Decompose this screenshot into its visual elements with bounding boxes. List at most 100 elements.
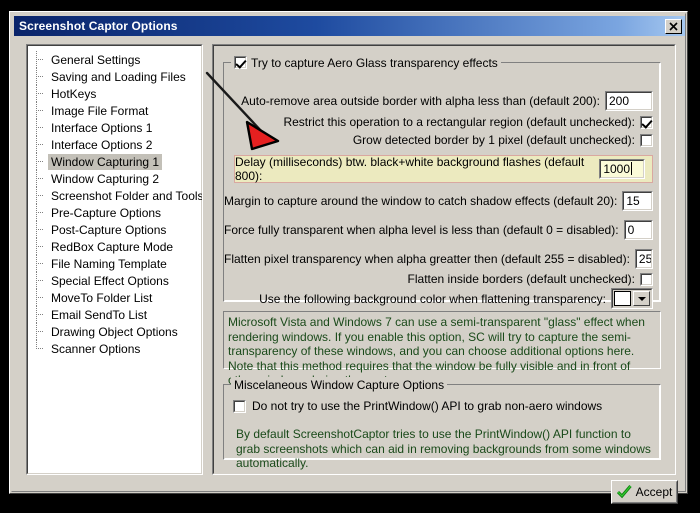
color-swatch[interactable]	[614, 291, 631, 306]
sidebar-item-label: Drawing Object Options	[51, 324, 178, 339]
restrict-region-checkbox[interactable]	[640, 115, 653, 129]
sidebar-item-drawing-object-options[interactable]: Drawing Object Options	[28, 323, 201, 340]
force-transparent-row: Force fully transparent when alpha level…	[224, 220, 653, 240]
sidebar-item-label: MoveTo Folder List	[51, 290, 153, 305]
sidebar-item-label: Screenshot Folder and Tools	[51, 188, 203, 203]
sidebar-item-moveto-folder-list[interactable]: MoveTo Folder List	[28, 289, 201, 306]
sidebar-item-label: Interface Options 2	[51, 137, 153, 152]
sidebar-item-label: HotKeys	[51, 86, 97, 101]
flatten-inside-checkbox[interactable]	[640, 272, 653, 286]
restrict-region-label: Restrict this operation to a rectangular…	[283, 115, 635, 129]
margin-input[interactable]: 15	[622, 191, 653, 211]
sidebar-item-window-capturing-1[interactable]: Window Capturing 1	[28, 153, 201, 170]
tree-branch-icon	[33, 272, 48, 289]
sidebar-item-label: Post-Capture Options	[51, 222, 167, 237]
sidebar-item-pre-capture-options[interactable]: Pre-Capture Options	[28, 204, 201, 221]
tree-branch-icon	[33, 323, 48, 340]
sidebar-item-label: Pre-Capture Options	[51, 205, 162, 220]
delay-input[interactable]: 1000	[599, 159, 645, 179]
sidebar-item-special-effect-options[interactable]: Special Effect Options	[28, 272, 201, 289]
tree-branch-icon	[33, 119, 48, 136]
sidebar-item-general-settings[interactable]: General Settings	[28, 51, 201, 68]
aero-glass-legend[interactable]: Try to capture Aero Glass transparency e…	[231, 55, 501, 70]
sidebar-item-hotkeys[interactable]: HotKeys	[28, 85, 201, 102]
restrict-region-row: Restrict this operation to a rectangular…	[224, 115, 653, 129]
options-dialog-window: Screenshot Captor Options General Settin…	[9, 11, 688, 504]
tree-branch-icon	[33, 153, 48, 170]
tree-branch-icon	[33, 306, 48, 323]
dialog-inner-frame: Screenshot Captor Options General Settin…	[11, 13, 686, 504]
printwindow-api-row: Do not try to use the PrintWindow() API …	[233, 399, 602, 413]
force-transparent-label: Force fully transparent when alpha level…	[224, 223, 619, 237]
sidebar-item-label: Window Capturing 1	[48, 153, 163, 170]
check-icon	[616, 485, 632, 499]
auto-remove-input[interactable]: 200	[605, 91, 653, 111]
settings-content-inner: Try to capture Aero Glass transparency e…	[213, 45, 675, 474]
margin-row: Margin to capture around the window to c…	[224, 191, 653, 211]
aero-glass-checkbox[interactable]	[234, 56, 247, 69]
delay-label: Delay (milliseconds) btw. black+white ba…	[235, 155, 585, 183]
tree-branch-icon	[33, 85, 48, 102]
tree-branch-icon	[33, 204, 48, 221]
sidebar-item-image-file-format[interactable]: Image File Format	[28, 102, 201, 119]
margin-label: Margin to capture around the window to c…	[224, 194, 618, 208]
flatten-alpha-row: Flatten pixel transparency when alpha gr…	[224, 249, 653, 269]
auto-remove-row: Auto-remove area outside border with alp…	[224, 91, 653, 111]
sidebar-item-file-naming-template[interactable]: File Naming Template	[28, 255, 201, 272]
sidebar-item-label: RedBox Capture Mode	[51, 239, 174, 254]
flatten-alpha-input[interactable]: 255	[634, 249, 653, 269]
settings-content-panel: Try to capture Aero Glass transparency e…	[212, 44, 676, 475]
sidebar-item-scanner-options[interactable]: Scanner Options	[28, 340, 201, 357]
aero-glass-legend-label: Try to capture Aero Glass transparency e…	[251, 55, 498, 70]
sidebar-item-interface-options-1[interactable]: Interface Options 1	[28, 119, 201, 136]
misc-capture-groupbox: Miscelaneous Window Capture Options Do n…	[223, 377, 661, 470]
sidebar-item-window-capturing-2[interactable]: Window Capturing 2	[28, 170, 201, 187]
tree-branch-icon	[33, 136, 48, 153]
auto-remove-label: Auto-remove area outside border with alp…	[241, 94, 600, 108]
delay-highlight-row: Delay (milliseconds) btw. black+white ba…	[234, 155, 653, 183]
background-color-combo[interactable]	[611, 288, 653, 309]
force-transparent-input[interactable]: 0	[623, 220, 653, 240]
tree-list-container: General Settings Saving and Loading Files…	[27, 45, 202, 474]
sidebar-item-interface-options-2[interactable]: Interface Options 2	[28, 136, 201, 153]
title-bar: Screenshot Captor Options	[14, 16, 685, 36]
grow-border-row: Grow detected border by 1 pixel (default…	[224, 133, 653, 147]
sidebar-item-label: Interface Options 1	[51, 120, 153, 135]
tree-branch-icon	[33, 170, 48, 187]
sidebar-item-label: File Naming Template	[51, 256, 167, 271]
tree-branch-icon	[33, 51, 48, 68]
close-x-glyph	[669, 21, 678, 31]
tree-branch-icon	[33, 289, 48, 306]
tree-branch-icon	[33, 68, 48, 85]
tree-branch-icon	[33, 221, 48, 238]
grow-border-checkbox[interactable]	[640, 133, 653, 147]
sidebar-item-saving-and-loading-files[interactable]: Saving and Loading Files	[28, 68, 201, 85]
close-icon[interactable]	[665, 18, 682, 34]
sidebar-item-post-capture-options[interactable]: Post-Capture Options	[28, 221, 201, 238]
accept-button[interactable]: Accept	[611, 480, 678, 504]
sidebar-item-label: Special Effect Options	[51, 273, 169, 288]
tree-branch-icon	[33, 238, 48, 255]
text-caret	[631, 162, 633, 175]
sidebar-item-label: Image File Format	[51, 103, 149, 118]
background-color-row: Use the following background color when …	[224, 288, 653, 309]
page-title: Screenshot Captor Options	[19, 19, 178, 33]
tree-branch-icon	[33, 255, 48, 272]
misc-capture-legend: Miscelaneous Window Capture Options	[231, 377, 448, 392]
flatten-inside-label: Flatten inside borders (default unchecke…	[407, 272, 635, 286]
tree-branch-icon	[33, 340, 48, 357]
sidebar-item-redbox-capture-mode[interactable]: RedBox Capture Mode	[28, 238, 201, 255]
sidebar-item-label: Window Capturing 2	[51, 171, 160, 186]
printwindow-api-checkbox[interactable]	[233, 399, 246, 413]
background-color-label: Use the following background color when …	[259, 291, 606, 306]
flatten-alpha-label: Flatten pixel transparency when alpha gr…	[224, 252, 630, 266]
aero-glass-groupbox: Try to capture Aero Glass transparency e…	[223, 55, 661, 309]
chevron-down-icon[interactable]	[633, 291, 650, 306]
printwindow-api-label: Do not try to use the PrintWindow() API …	[252, 399, 603, 413]
sidebar-item-screenshot-folder-and-tools[interactable]: Screenshot Folder and Tools	[28, 187, 203, 204]
accept-button-label: Accept	[635, 485, 673, 499]
sidebar-item-label: Scanner Options	[51, 341, 141, 356]
settings-category-tree[interactable]: General Settings Saving and Loading Files…	[26, 44, 203, 475]
sidebar-item-label: Saving and Loading Files	[51, 69, 186, 84]
sidebar-item-email-sendto-list[interactable]: Email SendTo List	[28, 306, 201, 323]
